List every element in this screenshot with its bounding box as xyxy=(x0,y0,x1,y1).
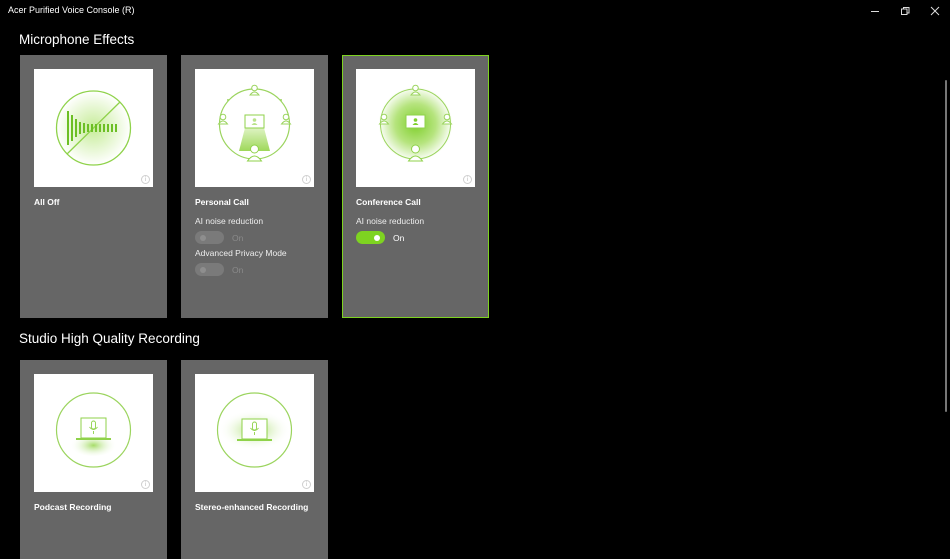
restore-button[interactable] xyxy=(889,0,921,22)
ai-noise-reduction-toggle[interactable] xyxy=(356,231,385,244)
stereo-recording-illustration-icon xyxy=(216,392,293,468)
ai-noise-reduction-label: AI noise reduction xyxy=(356,216,425,226)
toggle-knob xyxy=(374,234,380,241)
mic-off-illustration-icon xyxy=(55,90,132,166)
toggle-knob xyxy=(200,234,206,241)
info-icon[interactable]: i xyxy=(141,480,150,489)
info-icon[interactable]: i xyxy=(141,175,150,184)
ai-noise-reduction-label: AI noise reduction xyxy=(195,216,264,226)
personal-call-thumbnail: i xyxy=(195,69,314,187)
ai-noise-reduction-toggle[interactable] xyxy=(195,231,224,244)
all-off-thumbnail: i xyxy=(34,69,153,187)
card-title: Personal Call xyxy=(195,197,249,207)
card-title: All Off xyxy=(34,197,60,207)
ai-noise-reduction-state: On xyxy=(232,233,244,243)
effect-card-stereo-enhanced-recording[interactable]: i Stereo-enhanced Recording xyxy=(181,360,328,559)
podcast-recording-thumbnail: i xyxy=(34,374,153,492)
vertical-scrollbar[interactable] xyxy=(945,80,947,412)
card-title: Conference Call xyxy=(356,197,421,207)
info-icon[interactable]: i xyxy=(463,175,472,184)
section-title-studio-recording: Studio High Quality Recording xyxy=(19,331,200,346)
close-icon xyxy=(930,6,940,16)
title-bar: Acer Purified Voice Console (R) xyxy=(0,0,950,22)
advanced-privacy-mode-toggle[interactable] xyxy=(195,263,224,276)
info-icon[interactable]: i xyxy=(302,480,311,489)
minimize-button[interactable] xyxy=(859,0,891,22)
conference-call-illustration-icon xyxy=(378,84,453,162)
advanced-privacy-mode-label: Advanced Privacy Mode xyxy=(195,248,287,258)
restore-icon xyxy=(901,7,910,15)
minimize-icon xyxy=(871,11,879,12)
card-title: Stereo-enhanced Recording xyxy=(195,502,309,512)
toggle-knob xyxy=(200,266,206,273)
effect-card-all-off[interactable]: i All Off xyxy=(20,55,167,318)
effect-card-personal-call[interactable]: i Personal Call AI noise reduction On Ad… xyxy=(181,55,328,318)
advanced-privacy-mode-state: On xyxy=(232,265,244,275)
ai-noise-reduction-state: On xyxy=(393,233,405,243)
card-title: Podcast Recording xyxy=(34,502,112,512)
effect-card-podcast-recording[interactable]: i Podcast Recording xyxy=(20,360,167,559)
window-title: Acer Purified Voice Console (R) xyxy=(8,5,135,15)
close-button[interactable] xyxy=(919,0,950,22)
stereo-recording-thumbnail: i xyxy=(195,374,314,492)
personal-call-illustration-icon xyxy=(217,84,292,162)
info-icon[interactable]: i xyxy=(302,175,311,184)
podcast-recording-illustration-icon xyxy=(55,392,132,468)
conference-call-thumbnail: i xyxy=(356,69,475,187)
effect-card-conference-call[interactable]: i Conference Call AI noise reduction On xyxy=(342,55,489,318)
section-title-microphone-effects: Microphone Effects xyxy=(19,32,135,47)
